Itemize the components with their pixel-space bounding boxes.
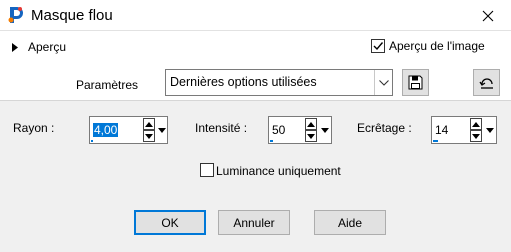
rayon-stepper[interactable] bbox=[143, 118, 155, 142]
ok-button-label: OK bbox=[161, 215, 179, 230]
rayon-spinbox[interactable]: 4,00 bbox=[89, 116, 168, 144]
arrow-down-icon bbox=[472, 133, 480, 139]
luminance-label[interactable]: Luminance uniquement bbox=[216, 164, 341, 178]
intensite-label: Intensité : bbox=[195, 121, 248, 135]
ecretage-down-button[interactable] bbox=[470, 130, 482, 142]
intensite-up-button[interactable] bbox=[305, 118, 317, 130]
reset-icon bbox=[478, 78, 493, 89]
rayon-up-button[interactable] bbox=[143, 118, 155, 130]
save-preset-button[interactable] bbox=[402, 69, 429, 96]
rayon-level-bar bbox=[91, 140, 93, 142]
title-bar: Masque flou bbox=[0, 0, 511, 31]
rayon-slider-button[interactable] bbox=[156, 118, 168, 143]
close-button[interactable] bbox=[465, 0, 511, 31]
ecretage-spinbox[interactable]: 14 bbox=[431, 116, 497, 144]
checkmark-icon bbox=[373, 42, 384, 51]
paintshop-pro-icon bbox=[8, 7, 23, 23]
ok-button[interactable]: OK bbox=[134, 210, 206, 235]
cancel-button-label: Annuler bbox=[233, 215, 275, 230]
rayon-label: Rayon : bbox=[13, 121, 55, 135]
dropdown-triangle-icon bbox=[486, 128, 494, 133]
arrow-down-icon bbox=[307, 133, 315, 139]
ecretage-label: Ecrêtage : bbox=[357, 121, 412, 135]
rayon-input[interactable]: 4,00 bbox=[93, 123, 119, 137]
intensite-level-bar bbox=[270, 140, 273, 142]
arrow-up-icon bbox=[307, 121, 315, 127]
settings-label: Paramètres bbox=[76, 78, 139, 92]
preset-dropdown[interactable]: Dernières options utilisées bbox=[165, 69, 393, 96]
ecretage-input[interactable]: 14 bbox=[435, 123, 448, 137]
intensite-stepper[interactable] bbox=[305, 118, 317, 142]
image-preview-checkbox[interactable] bbox=[371, 39, 385, 53]
dropdown-arrow[interactable] bbox=[374, 70, 392, 95]
preset-value: Dernières options utilisées bbox=[170, 75, 317, 89]
ecretage-up-button[interactable] bbox=[470, 118, 482, 130]
help-button-label: Aide bbox=[337, 215, 363, 230]
reset-defaults-button[interactable] bbox=[473, 69, 500, 96]
floppy-disk-icon bbox=[408, 75, 423, 90]
intensite-input[interactable]: 50 bbox=[272, 123, 285, 137]
preview-toggle-label[interactable]: Aperçu bbox=[28, 40, 66, 54]
ecretage-level-bar bbox=[433, 140, 438, 142]
ecretage-stepper[interactable] bbox=[470, 118, 482, 142]
arrow-up-icon bbox=[472, 121, 480, 127]
close-icon bbox=[482, 10, 494, 21]
help-button[interactable]: Aide bbox=[314, 210, 386, 235]
chevron-down-icon bbox=[378, 79, 389, 86]
window-title: Masque flou bbox=[31, 7, 113, 24]
cancel-button[interactable]: Annuler bbox=[218, 210, 290, 235]
intensite-slider-button[interactable] bbox=[319, 118, 331, 143]
expand-arrow-icon[interactable] bbox=[12, 43, 18, 52]
arrow-up-icon bbox=[145, 121, 153, 127]
image-preview-label[interactable]: Aperçu de l'image bbox=[389, 39, 485, 53]
arrow-down-icon bbox=[145, 133, 153, 139]
intensite-spinbox[interactable]: 50 bbox=[268, 116, 332, 144]
rayon-down-button[interactable] bbox=[143, 130, 155, 142]
luminance-checkbox[interactable] bbox=[200, 163, 214, 177]
dropdown-triangle-icon bbox=[321, 128, 329, 133]
ecretage-slider-button[interactable] bbox=[484, 118, 496, 143]
intensite-down-button[interactable] bbox=[305, 130, 317, 142]
dropdown-triangle-icon bbox=[158, 128, 166, 133]
